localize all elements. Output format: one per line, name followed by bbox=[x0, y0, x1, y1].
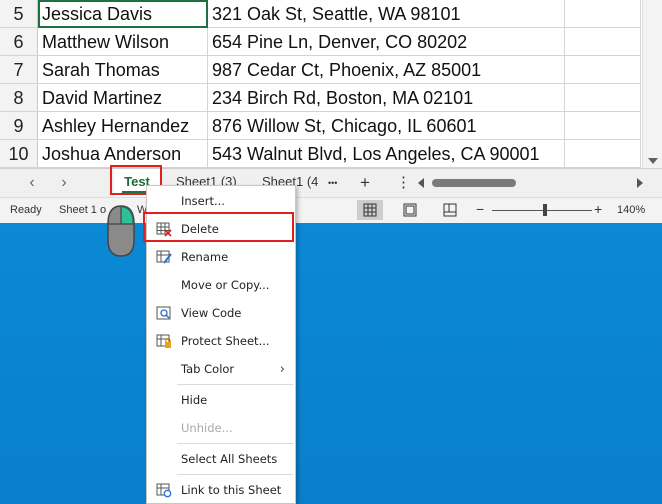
sheet-info: Sheet 1 o bbox=[59, 204, 107, 216]
table-row: 7 Sarah Thomas 987 Cedar Ct, Phoenix, AZ… bbox=[0, 56, 642, 84]
table-row: 8 David Martinez 234 Birch Rd, Boston, M… bbox=[0, 84, 642, 112]
sheet-tab-bar: ‹ › Test Sheet1 (3) Sheet1 (4 ••• + ⋮ bbox=[0, 168, 662, 197]
cell-name[interactable]: Matthew Wilson bbox=[38, 28, 208, 56]
horizontal-scrollbar[interactable] bbox=[418, 177, 643, 189]
menu-item-label: Protect Sheet... bbox=[181, 334, 270, 348]
cell-address[interactable]: 543 Walnut Blvd, Los Angeles, CA 90001 bbox=[208, 140, 565, 168]
scrollbar-thumb[interactable] bbox=[432, 179, 516, 187]
cell-empty[interactable] bbox=[565, 28, 641, 56]
menu-item-label: Link to this Sheet bbox=[181, 483, 282, 497]
next-sheet-button[interactable]: › bbox=[52, 169, 76, 197]
row-header[interactable]: 10 bbox=[0, 140, 38, 168]
mouse-right-click-icon bbox=[107, 205, 135, 257]
protect-sheet-icon bbox=[156, 334, 171, 348]
row-header[interactable]: 7 bbox=[0, 56, 38, 84]
cell-name[interactable]: Jessica Davis bbox=[38, 0, 208, 28]
cell-address[interactable]: 987 Cedar Ct, Phoenix, AZ 85001 bbox=[208, 56, 565, 84]
page-layout-icon bbox=[403, 203, 417, 217]
menu-separator bbox=[177, 384, 293, 385]
menu-item-label: View Code bbox=[181, 306, 242, 320]
zoom-out-button[interactable]: − bbox=[476, 201, 484, 217]
cell-address[interactable]: 876 Willow St, Chicago, IL 60601 bbox=[208, 112, 565, 140]
zoom-level[interactable]: 140% bbox=[617, 204, 645, 216]
zoom-in-button[interactable]: + bbox=[594, 201, 602, 217]
menu-item-select-all-sheets[interactable]: Select All Sheets bbox=[147, 446, 295, 472]
cell-name[interactable]: Ashley Hernandez bbox=[38, 112, 208, 140]
link-sheet-icon bbox=[156, 483, 172, 498]
row-header[interactable]: 5 bbox=[0, 0, 38, 28]
submenu-arrow-icon: › bbox=[279, 362, 285, 377]
menu-separator bbox=[177, 474, 293, 475]
page-break-view-button[interactable] bbox=[437, 200, 463, 220]
row-header[interactable]: 8 bbox=[0, 84, 38, 112]
row-header[interactable]: 6 bbox=[0, 28, 38, 56]
menu-item-label: Move or Copy... bbox=[181, 278, 270, 292]
menu-item-rename[interactable]: Rename bbox=[147, 244, 295, 270]
menu-item-label: Unhide... bbox=[181, 421, 233, 435]
cell-empty[interactable] bbox=[565, 84, 641, 112]
table-row: 5 Jessica Davis 321 Oak St, Seattle, WA … bbox=[0, 0, 642, 28]
cell-empty[interactable] bbox=[565, 112, 641, 140]
ready-status: Ready bbox=[10, 204, 42, 216]
page-layout-view-button[interactable] bbox=[397, 200, 423, 220]
table-row: 6 Matthew Wilson 654 Pine Ln, Denver, CO… bbox=[0, 28, 642, 56]
cell-empty[interactable] bbox=[565, 140, 641, 168]
view-code-icon bbox=[156, 306, 171, 320]
page-break-icon bbox=[443, 203, 457, 217]
normal-view-button[interactable] bbox=[357, 200, 383, 220]
zoom-slider-thumb[interactable] bbox=[543, 204, 547, 216]
options-icon[interactable]: ⋮ bbox=[396, 169, 411, 197]
worksheet-grid: 5 Jessica Davis 321 Oak St, Seattle, WA … bbox=[0, 0, 662, 168]
highlight-box bbox=[143, 212, 294, 242]
menu-item-hide[interactable]: Hide bbox=[147, 387, 295, 413]
vertical-scrollbar[interactable] bbox=[642, 0, 662, 168]
rename-sheet-icon bbox=[156, 250, 172, 264]
menu-separator bbox=[177, 443, 293, 444]
menu-item-label: Rename bbox=[181, 250, 229, 264]
menu-item-insert[interactable]: Insert... bbox=[147, 188, 295, 214]
menu-item-view-code[interactable]: View Code bbox=[147, 300, 295, 326]
cell-name[interactable]: David Martinez bbox=[38, 84, 208, 112]
prev-sheet-button[interactable]: ‹ bbox=[20, 169, 44, 197]
add-sheet-button[interactable]: + bbox=[360, 169, 370, 197]
cell-name[interactable]: Sarah Thomas bbox=[38, 56, 208, 84]
cell-address[interactable]: 234 Birch Rd, Boston, MA 02101 bbox=[208, 84, 565, 112]
cell-address[interactable]: 321 Oak St, Seattle, WA 98101 bbox=[208, 0, 565, 28]
cell-address[interactable]: 654 Pine Ln, Denver, CO 80202 bbox=[208, 28, 565, 56]
cell-empty[interactable] bbox=[565, 56, 641, 84]
menu-item-tab-color[interactable]: Tab Color › bbox=[147, 356, 295, 382]
scroll-left-icon[interactable] bbox=[418, 178, 424, 188]
more-sheets-icon[interactable]: ••• bbox=[328, 169, 337, 197]
zoom-slider[interactable] bbox=[492, 210, 592, 211]
menu-item-label: Insert... bbox=[181, 194, 225, 208]
cell-name[interactable]: Joshua Anderson bbox=[38, 140, 208, 168]
menu-item-label: Select All Sheets bbox=[181, 452, 278, 466]
table-row: 9 Ashley Hernandez 876 Willow St, Chicag… bbox=[0, 112, 642, 140]
menu-item-move-or-copy[interactable]: Move or Copy... bbox=[147, 272, 295, 298]
table-row: 10 Joshua Anderson 543 Walnut Blvd, Los … bbox=[0, 140, 642, 168]
scroll-down-icon[interactable] bbox=[648, 158, 658, 164]
menu-item-label: Tab Color bbox=[181, 362, 235, 376]
cell-empty[interactable] bbox=[565, 0, 641, 28]
status-bar: Ready Sheet 1 o W − + 140% bbox=[0, 197, 662, 223]
menu-item-link-to-sheet[interactable]: Link to this Sheet bbox=[147, 477, 295, 503]
row-header[interactable]: 9 bbox=[0, 112, 38, 140]
normal-view-icon bbox=[363, 203, 377, 217]
menu-item-label: Hide bbox=[181, 393, 208, 407]
screen: 5 Jessica Davis 321 Oak St, Seattle, WA … bbox=[0, 0, 662, 504]
scroll-right-icon[interactable] bbox=[637, 178, 643, 188]
menu-item-protect-sheet[interactable]: Protect Sheet... bbox=[147, 328, 295, 354]
menu-item-unhide: Unhide... bbox=[147, 415, 295, 441]
